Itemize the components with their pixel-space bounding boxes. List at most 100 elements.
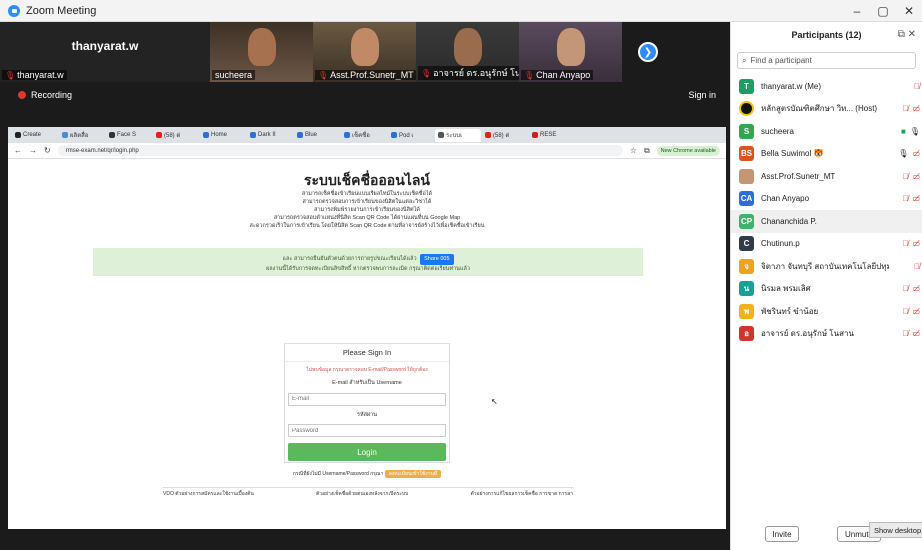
video-gallery: thanyarat.w 🎙 thanyarat.w sucheera 🎙 Asst.… <box>0 22 730 82</box>
extensions-icon[interactable]: ⧉ <box>644 146 650 156</box>
participant-name: อาจารย์ ดร.อนุรักษ์ โนสาน <box>761 329 854 339</box>
chevron-right-icon[interactable]: ❯ <box>638 42 658 62</box>
address-bar[interactable]: rmse-exam.net/qr/login.php <box>57 145 623 156</box>
participant-row[interactable]: C Chutinun.p 🎙̸ ▭̸ <box>731 233 922 256</box>
panel-footer: Invite Unmute Show desktop <box>731 522 922 544</box>
participant-row[interactable]: จ จิตาภา จันทบุรี สถาบันเทคโนโลยีปทุมวัน 🎙… <box>731 255 922 278</box>
minimize-button[interactable]: – <box>844 4 870 18</box>
maximize-button[interactable]: ▢ <box>870 4 896 18</box>
login-heading: Please Sign In <box>285 344 449 362</box>
browser-tab[interactable]: Dark II <box>247 129 293 142</box>
login-card: Please Sign In ไม่พบข้อมูล กรุณาตรวจสอบ … <box>284 343 450 463</box>
invite-button[interactable]: Invite <box>765 526 799 542</box>
browser-tab[interactable]: (58) ต่ <box>482 129 528 142</box>
participant-row[interactable]: อ อาจารย์ ดร.อนุรักษ์ โนสาน 🎙̸ ▭̸ <box>731 323 922 346</box>
mic-off-icon: 🎙̸ <box>914 261 920 271</box>
search-icon: ⌕ <box>742 55 747 65</box>
browser-tab-strip: Create ผลิตสื่อ Face S (58) ต่ Home Dark… <box>8 127 726 143</box>
browser-tab[interactable]: Blue <box>294 129 340 142</box>
reload-icon[interactable]: ↻ <box>44 146 51 155</box>
record-dot-icon <box>18 91 26 99</box>
mic-off-icon: 🎙̸ <box>902 306 909 316</box>
popout-icon[interactable]: ⧉ ✕ <box>898 29 916 40</box>
avatar <box>739 101 754 117</box>
participant-row[interactable]: CP Chananchida P. <box>731 210 922 233</box>
facebook-share-button[interactable]: Share 005 <box>420 254 454 265</box>
window-titlebar: Zoom Meeting – ▢ ✕ <box>0 0 922 22</box>
star-icon[interactable]: ☆ <box>630 146 637 155</box>
browser-tab[interactable]: Home <box>200 129 246 142</box>
new-chrome-badge[interactable]: New Chrome available <box>656 145 720 156</box>
page-title: ระบบเช็คชื่อออนไลน์ <box>304 172 430 188</box>
participant-row[interactable]: BS Bella Suwimol 🐯 🎙 ▭̸ <box>731 143 922 166</box>
participant-status-icons: 🎙̸ ▭̸ <box>902 307 920 316</box>
participant-status-icons: ■ 🎙 <box>901 127 920 136</box>
login-button[interactable]: Login <box>288 443 446 461</box>
tile-label: sucheera <box>212 70 256 80</box>
sign-in-link[interactable]: Sign in <box>688 90 716 100</box>
video-tile-chan[interactable]: 🎙 Chan Anyapo <box>519 22 622 82</box>
participant-row[interactable]: Tthanyarat.w (Me) 🎙̸ <box>731 75 922 98</box>
participant-name: หลักสูตรบัณฑิตศึกษา วิท... (Host) <box>761 104 878 114</box>
email-label: E-mail สำหรับเป็น Username <box>332 380 402 386</box>
avatar: พ <box>739 303 754 319</box>
browser-tab[interactable]: ผลิตสื่อ <box>59 129 105 142</box>
browser-tab[interactable]: เช็คชื่อ <box>341 129 387 142</box>
camera-off-icon: ▭̸ <box>912 284 920 294</box>
email-field[interactable] <box>288 392 446 406</box>
password-field[interactable] <box>288 424 446 437</box>
register-prompt: กรณีที่ยังไม่มี Username/Password กรุณา … <box>8 470 726 478</box>
search-placeholder: Find a participant <box>750 56 812 65</box>
participant-name: พัชรินทร์ ขำน้อย <box>761 306 819 316</box>
participant-search[interactable]: ⌕ Find a participant <box>737 52 916 69</box>
video-tile-self[interactable]: thanyarat.w 🎙 thanyarat.w <box>0 22 210 82</box>
browser-tab[interactable]: RESE <box>529 129 575 142</box>
participant-row[interactable]: Asst.Prof.Sunetr_MT 🎙̸ ▭̸ <box>731 165 922 188</box>
tile-label: 🎙 Asst.Prof.Sunetr_MT <box>315 70 416 80</box>
forward-icon[interactable]: → <box>29 146 37 155</box>
participant-status-icons: 🎙̸ ▭̸ <box>902 194 920 203</box>
footer-link[interactable]: ตัวอย่างการแก้ไขผลการเช็คชื่อ การขาด การ… <box>471 490 573 498</box>
back-icon[interactable]: ← <box>14 146 22 155</box>
participant-row[interactable]: CA Chan Anyapo 🎙̸ ▭̸ <box>731 188 922 211</box>
avatar: CP <box>739 213 754 229</box>
video-tile-sucheera[interactable]: sucheera <box>210 22 313 82</box>
participant-status-icons: 🎙̸ <box>914 262 920 271</box>
camera-off-icon: ▭̸ <box>912 194 920 204</box>
browser-tab[interactable]: Pod เ <box>388 129 434 142</box>
participant-row[interactable]: หลักสูตรบัณฑิตศึกษา วิท... (Host) 🎙̸ ▭̸ <box>731 98 922 121</box>
video-tile-sunetr[interactable]: 🎙 Asst.Prof.Sunetr_MT <box>313 22 416 82</box>
footer-link[interactable]: VDO ตัวอย่างการสมัครและใช้งานเบื้องต้น <box>163 490 254 498</box>
show-desktop-tooltip: Show desktop <box>869 522 922 538</box>
participant-video <box>453 28 482 66</box>
browser-tab[interactable]: Create <box>12 129 58 142</box>
mic-off-icon: 🎙̸ <box>902 284 909 294</box>
participant-status-icons: 🎙 ▭̸ <box>898 149 920 158</box>
avatar: C <box>739 236 754 252</box>
recording-indicator[interactable]: Recording <box>18 90 72 100</box>
mouse-cursor-icon: ↖ <box>491 397 498 406</box>
avatar: S <box>739 123 754 139</box>
login-warning: ไม่พบข้อมูล กรุณาตรวจสอบ E-mail/Password… <box>306 367 428 373</box>
participants-header: Participants (12) ⧉ ✕ <box>791 29 916 40</box>
browser-tab[interactable]: (58) ต่ <box>153 129 199 142</box>
participant-row[interactable]: Ssucheera ■ 🎙 <box>731 120 922 143</box>
participant-status-icons: 🎙̸ ▭̸ <box>902 239 920 248</box>
mic-off-icon: 🎙 <box>421 68 432 78</box>
browser-tab-active[interactable]: ระบบเ <box>435 128 481 142</box>
participant-row[interactable]: น นิรมล พรมเลิศ 🎙̸ ▭̸ <box>731 278 922 301</box>
mic-icon: 🎙 <box>898 149 909 159</box>
register-button[interactable]: ลงทะเบียนเข้าใช้งานที่ <box>384 470 442 478</box>
meeting-stage: thanyarat.w 🎙 thanyarat.w sucheera 🎙 Asst.… <box>0 22 730 550</box>
tile-label: 🎙 thanyarat.w <box>2 70 67 80</box>
video-tile-anurak[interactable]: 🎙อาจารย์ ดร.อนุรักษ์ โนสาน <box>416 22 519 82</box>
mic-off-icon: 🎙 <box>524 70 535 80</box>
mic-off-icon: 🎙̸ <box>914 81 920 91</box>
browser-toolbar: ← → ↻ rmse-exam.net/qr/login.php ☆ ⧉ New… <box>8 143 726 159</box>
camera-off-icon: ▭̸ <box>912 104 920 114</box>
participant-row[interactable]: พ พัชรินทร์ ขำน้อย 🎙̸ ▭̸ <box>731 300 922 323</box>
shared-screen: Create ผลิตสื่อ Face S (58) ต่ Home Dark… <box>8 127 726 529</box>
browser-tab[interactable]: Face S <box>106 129 152 142</box>
footer-link[interactable]: ตัวอย่างเช็คชื่อด้วยตนเองหลังจากเปิดระบบ <box>316 490 408 498</box>
close-button[interactable]: ✕ <box>896 4 922 18</box>
